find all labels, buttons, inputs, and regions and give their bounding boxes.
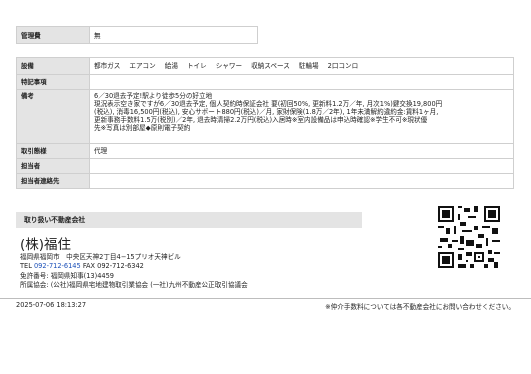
fax-number: 092-712-6342 [97,262,144,270]
special-notes-label: 特記事項 [16,74,90,90]
transaction-type-label: 取引態様 [16,143,90,159]
print-timestamp: 2025-07-06 18:13:27 [16,301,87,309]
special-notes-value [89,74,514,90]
tel-link[interactable]: 092-712-6145 [34,262,81,270]
fax-label: FAX [82,262,96,270]
remarks-line: 6／30退去予定!駅より徒歩5分の好立地 [94,92,213,100]
equipment-item: 給湯 [164,62,178,70]
equipment-label: 設備 [16,57,90,75]
equipment-item: 2口コンロ [327,62,359,70]
footer-divider [0,298,531,299]
qr-code-icon [436,204,502,270]
agent-address: 福岡県福岡市 中央区天神2丁目4−15プリオ天神ビル [20,253,181,261]
management-fee-table: 管理費 無 [16,26,258,44]
agent-name: (株)福住 [20,237,72,253]
agent-association: 所属協会: (公社)福岡県宅地建物取引業協会 (一社)九州不動産公正取引協議会 [20,281,248,289]
staff-contact-value [89,173,514,189]
management-fee-value: 無 [89,26,258,44]
remarks-label: 備考 [16,89,90,144]
staff-contact-label: 担当者連絡先 [16,173,90,189]
management-fee-label: 管理費 [16,26,90,44]
remarks-line: 更新事務手数料1.5万(税別)／2年, 退去時清掃2.2万円(税込)入居時※室内… [94,116,428,124]
remarks-line: 現況表示空き家ですが6／30退去予定, 個人契約時保証会社 要(初回50%, 更… [94,100,443,108]
equipment-item: 駐輪場 [298,62,319,70]
equipment-item: 都市ガス [94,62,121,70]
agent-section-header: 取り扱い不動産会社 [16,212,362,228]
remarks-line: 先※写真は別部屋◆原則電子契約 [94,124,191,132]
staff-label: 担当者 [16,158,90,174]
tel-label: TEL [20,262,32,270]
staff-value [89,158,514,174]
equipment-item: トイレ [186,62,207,70]
equipment-list: 都市ガス エアコン 給湯 トイレ シャワー 収納スペース 駐輪場 2口コンロ [89,57,514,75]
remarks-line: (税込), 消毒16,500円(税込), 安心サポート880円(税込)／月, 家… [94,108,439,116]
remarks-value: 6／30退去予定!駅より徒歩5分の好立地 現況表示空き家ですが6／30退去予定,… [89,89,514,144]
agent-phone-line: TEL 092-712-6145 FAX 092-712-6342 [20,262,144,270]
transaction-type-value: 代理 [89,143,514,159]
property-details-table: 設備 都市ガス エアコン 給湯 トイレ シャワー 収納スペース 駐輪場 2口コンロ 特記事項 … [16,57,514,189]
equipment-item: シャワー [215,62,243,70]
equipment-item: 収納スペース [251,62,290,70]
brokerage-fee-note: ※仲介手数料については各不動産会社にお問い合わせください。 [325,303,515,311]
agent-license: 免許番号: 福岡県知事(13)4459 [20,272,114,280]
equipment-item: エアコン [129,62,156,70]
